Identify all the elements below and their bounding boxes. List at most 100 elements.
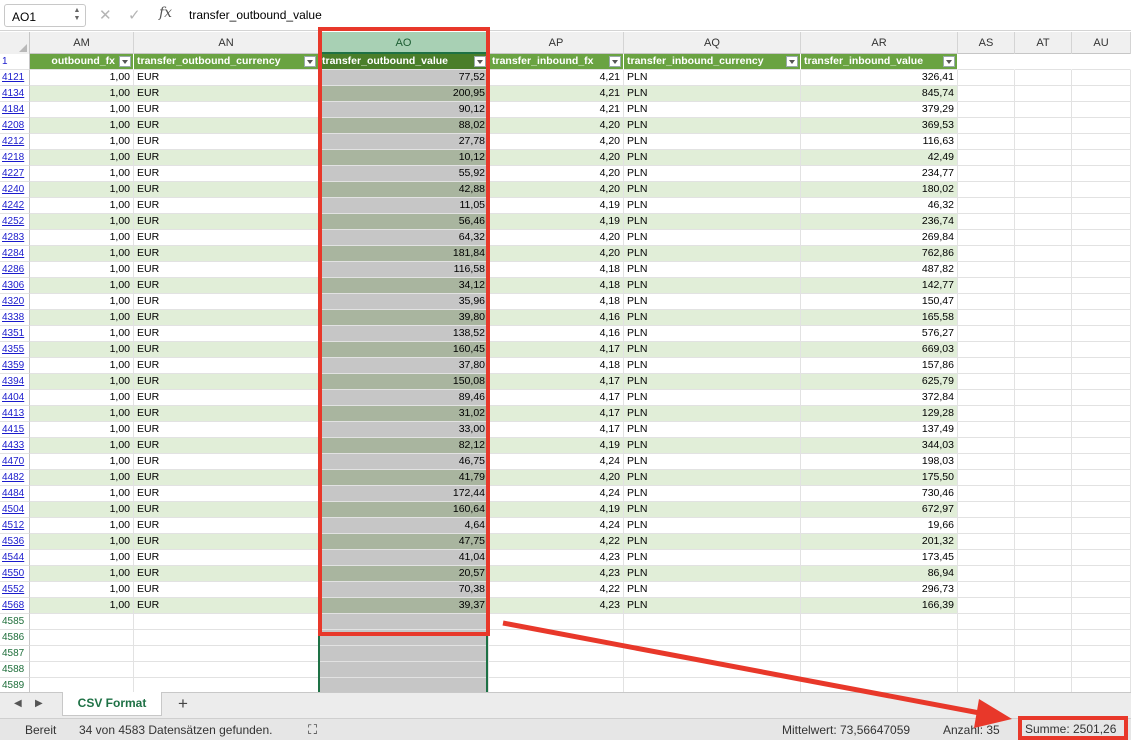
cell-as[interactable]	[958, 438, 1015, 454]
cell-ap[interactable]: 4,21	[489, 70, 624, 86]
cell-au[interactable]	[1072, 598, 1131, 614]
row-number[interactable]: 4121	[0, 70, 30, 86]
cell-am[interactable]: 1,00	[30, 582, 134, 598]
cell-ar[interactable]: 326,41	[801, 70, 958, 86]
cell-am[interactable]: 1,00	[30, 166, 134, 182]
cell-an[interactable]: EUR	[134, 230, 319, 246]
cell-as[interactable]	[958, 454, 1015, 470]
cell-at[interactable]	[1015, 310, 1072, 326]
name-box[interactable]: AO1 ▲ ▼	[4, 4, 86, 27]
cell-ap[interactable]: 4,24	[489, 486, 624, 502]
cell-ap[interactable]	[489, 630, 624, 646]
cell-at[interactable]	[1015, 86, 1072, 102]
cell-as[interactable]	[958, 358, 1015, 374]
cell-au[interactable]	[1072, 614, 1131, 630]
header-cell-ap[interactable]: transfer_inbound_fx	[489, 54, 624, 70]
cell-am[interactable]: 1,00	[30, 230, 134, 246]
cell-am[interactable]: 1,00	[30, 150, 134, 166]
cell-at[interactable]	[1015, 134, 1072, 150]
cell-as[interactable]	[958, 518, 1015, 534]
cell-an[interactable]: EUR	[134, 518, 319, 534]
row-number[interactable]: 4470	[0, 454, 30, 470]
row-number[interactable]: 4552	[0, 582, 30, 598]
cell-ap[interactable]: 4,24	[489, 454, 624, 470]
cell-ap[interactable]: 4,23	[489, 566, 624, 582]
cell-as[interactable]	[958, 198, 1015, 214]
cell-au[interactable]	[1072, 230, 1131, 246]
cell-am[interactable]: 1,00	[30, 70, 134, 86]
chevron-right-icon[interactable]: ▶	[35, 698, 43, 709]
cell-aq[interactable]: PLN	[624, 294, 801, 310]
row-number[interactable]: 4413	[0, 406, 30, 422]
cell-ap[interactable]: 4,20	[489, 470, 624, 486]
cell-ar[interactable]: 379,29	[801, 102, 958, 118]
row-number[interactable]: 4536	[0, 534, 30, 550]
cell-an[interactable]: EUR	[134, 486, 319, 502]
row-number[interactable]: 4284	[0, 246, 30, 262]
cell-ar[interactable]: 269,84	[801, 230, 958, 246]
row-number[interactable]: 4242	[0, 198, 30, 214]
cell-as[interactable]	[958, 406, 1015, 422]
cell-au[interactable]	[1072, 166, 1131, 182]
cell-at[interactable]	[1015, 518, 1072, 534]
cell-an[interactable]	[134, 614, 319, 630]
cell-ap[interactable]: 4,17	[489, 406, 624, 422]
cell-au[interactable]	[1072, 582, 1131, 598]
cell-ar[interactable]: 236,74	[801, 214, 958, 230]
cell-aq[interactable]: PLN	[624, 598, 801, 614]
cell-aq[interactable]: PLN	[624, 262, 801, 278]
cell-am[interactable]: 1,00	[30, 390, 134, 406]
formula-input[interactable]: transfer_outbound_value	[189, 8, 322, 22]
cell-au[interactable]	[1072, 182, 1131, 198]
cell-ap[interactable]: 4,20	[489, 166, 624, 182]
cell-aq[interactable]: PLN	[624, 422, 801, 438]
column-header-an[interactable]: AN	[134, 32, 319, 54]
cell-an[interactable]: EUR	[134, 406, 319, 422]
cell-am[interactable]: 1,00	[30, 294, 134, 310]
cell-an[interactable]: EUR	[134, 566, 319, 582]
row-number[interactable]: 4134	[0, 86, 30, 102]
cell-am[interactable]: 1,00	[30, 134, 134, 150]
cell-an[interactable]: EUR	[134, 118, 319, 134]
row-number[interactable]: 4585	[0, 614, 30, 630]
cell-an[interactable]: EUR	[134, 550, 319, 566]
cell-ar[interactable]: 487,82	[801, 262, 958, 278]
cell-ap[interactable]: 4,19	[489, 438, 624, 454]
cell-as[interactable]	[958, 662, 1015, 678]
cell-an[interactable]: EUR	[134, 534, 319, 550]
cell-ar[interactable]	[801, 662, 958, 678]
cell-an[interactable]: EUR	[134, 422, 319, 438]
cell-at[interactable]	[1015, 486, 1072, 502]
cell-ar[interactable]	[801, 630, 958, 646]
cell-ar[interactable]	[801, 646, 958, 662]
select-all-corner[interactable]	[0, 32, 30, 54]
cell-an[interactable]: EUR	[134, 102, 319, 118]
cell-au[interactable]	[1072, 438, 1131, 454]
cell-am[interactable]: 1,00	[30, 534, 134, 550]
cell-ap[interactable]: 4,19	[489, 502, 624, 518]
cell-am[interactable]: 1,00	[30, 326, 134, 342]
header-cell-ar[interactable]: transfer_inbound_value	[801, 54, 958, 70]
filter-dropdown-icon[interactable]	[786, 56, 798, 67]
cell-au[interactable]	[1072, 214, 1131, 230]
cell-ap[interactable]: 4,20	[489, 134, 624, 150]
cell-ap[interactable]: 4,16	[489, 310, 624, 326]
cell-ap[interactable]: 4,21	[489, 102, 624, 118]
cell-au[interactable]	[1072, 422, 1131, 438]
cell-ar[interactable]: 669,03	[801, 342, 958, 358]
column-header-am[interactable]: AM	[30, 32, 134, 54]
cell-ap[interactable]: 4,20	[489, 246, 624, 262]
cell-am[interactable]: 1,00	[30, 598, 134, 614]
cell-ap[interactable]: 4,20	[489, 182, 624, 198]
cell-an[interactable]: EUR	[134, 342, 319, 358]
cell-aq[interactable]	[624, 614, 801, 630]
cell-as[interactable]	[958, 550, 1015, 566]
cell-ap[interactable]: 4,17	[489, 390, 624, 406]
cell-ar[interactable]: 234,77	[801, 166, 958, 182]
cell-ar[interactable]: 46,32	[801, 198, 958, 214]
cell-ar[interactable]: 762,86	[801, 246, 958, 262]
cell-au[interactable]	[1072, 102, 1131, 118]
cell-at[interactable]	[1015, 358, 1072, 374]
cell-at[interactable]	[1015, 614, 1072, 630]
cell-ap[interactable]	[489, 646, 624, 662]
